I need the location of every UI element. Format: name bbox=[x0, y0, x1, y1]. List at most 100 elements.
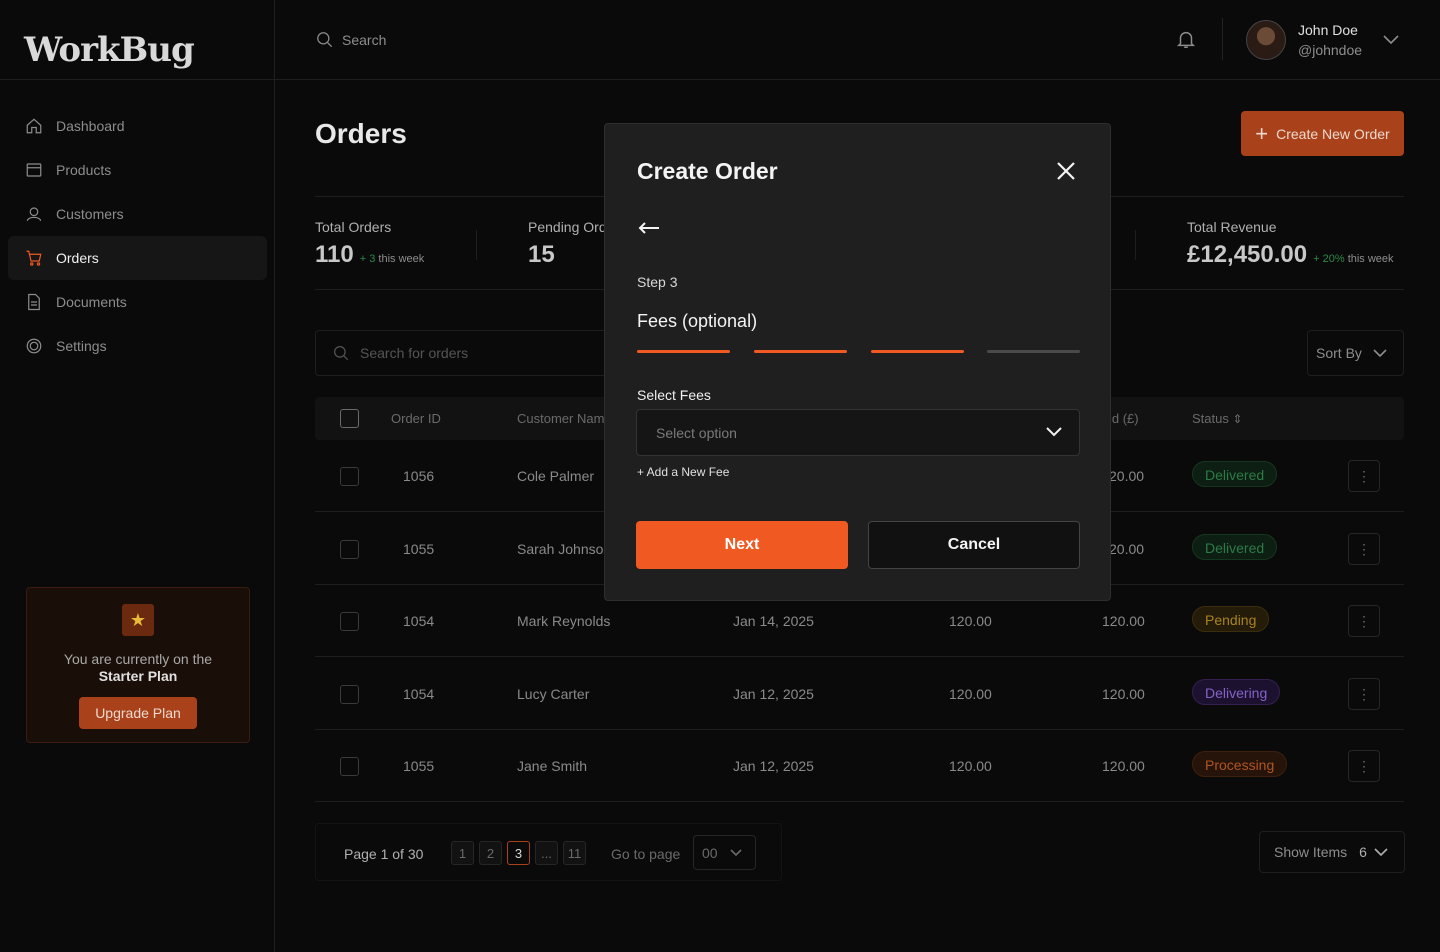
stat-label: Total Revenue bbox=[1187, 219, 1277, 235]
row-checkbox[interactable] bbox=[340, 540, 359, 559]
page-info: Page 1 of 30 bbox=[344, 846, 424, 862]
avatar[interactable] bbox=[1246, 20, 1286, 60]
stat-value: 15 bbox=[528, 241, 555, 268]
order-amount: 120.00 bbox=[949, 758, 992, 774]
sidebar-item-label: Orders bbox=[56, 250, 99, 266]
table-row[interactable]: 1054 Lucy Carter Jan 12, 2025 120.00 120… bbox=[315, 658, 1404, 730]
column-status[interactable]: Status ⇕ bbox=[1192, 411, 1243, 426]
plan-text: You are currently on the bbox=[63, 651, 213, 667]
page-ellipsis: ... bbox=[535, 841, 558, 865]
sort-label: Sort By bbox=[1316, 345, 1362, 361]
modal-title: Create Order bbox=[637, 158, 778, 184]
stat-total-orders: Total Orders 110 + 3 this week bbox=[315, 219, 424, 269]
chevron-down-icon bbox=[1046, 427, 1062, 437]
back-arrow-icon[interactable] bbox=[637, 220, 661, 236]
show-items-select[interactable]: Show Items 6 bbox=[1259, 831, 1405, 873]
search-placeholder: Search bbox=[342, 31, 387, 48]
column-customer[interactable]: Customer Name bbox=[517, 411, 612, 426]
status-badge: Delivered bbox=[1192, 534, 1278, 560]
goto-page-select[interactable]: 00 bbox=[693, 835, 756, 870]
status-badge: Pending bbox=[1192, 606, 1270, 632]
stat-divider bbox=[1135, 230, 1136, 260]
row-checkbox[interactable] bbox=[340, 612, 359, 631]
next-button[interactable]: Next bbox=[636, 521, 848, 569]
sidebar-item-documents[interactable]: Documents bbox=[8, 280, 267, 324]
page-button-2[interactable]: 2 bbox=[479, 841, 502, 865]
row-checkbox[interactable] bbox=[340, 685, 359, 704]
row-checkbox[interactable] bbox=[340, 757, 359, 776]
stat-pending-orders: Pending Ord 15 bbox=[528, 219, 607, 269]
more-options-icon[interactable]: ⋮ bbox=[1348, 750, 1380, 782]
customer-name: Cole Palmer bbox=[517, 468, 595, 484]
order-amount: 120.00 bbox=[949, 613, 992, 629]
page-button-1[interactable]: 1 bbox=[451, 841, 474, 865]
sort-by-button[interactable]: Sort By bbox=[1307, 330, 1404, 376]
stat-label: Total Orders bbox=[315, 219, 392, 235]
fees-placeholder: Select option bbox=[656, 424, 737, 441]
page-button-11[interactable]: 11 bbox=[563, 841, 586, 865]
progress-segment bbox=[987, 350, 1080, 353]
bell-icon[interactable] bbox=[1175, 28, 1197, 52]
more-options-icon[interactable]: ⋮ bbox=[1348, 678, 1380, 710]
chevron-down-icon bbox=[1373, 349, 1387, 358]
sort-icon: ⇕ bbox=[1232, 412, 1243, 426]
settings-icon bbox=[24, 336, 44, 356]
step-label: Step 3 bbox=[637, 274, 678, 290]
stat-value: £12,450.00 bbox=[1187, 241, 1308, 268]
orders-search-input[interactable]: Search for orders bbox=[315, 330, 615, 376]
goto-page-label: Go to page bbox=[611, 846, 681, 862]
stat-label: Pending Ord bbox=[528, 219, 607, 235]
show-items-label: Show Items bbox=[1274, 844, 1348, 860]
user-name: John Doe bbox=[1298, 22, 1358, 38]
order-date: Jan 14, 2025 bbox=[733, 613, 814, 629]
amount-paid: 120.00 bbox=[1102, 613, 1145, 629]
status-badge: Processing bbox=[1192, 751, 1288, 777]
order-date: Jan 12, 2025 bbox=[733, 686, 814, 702]
customer-name: Jane Smith bbox=[517, 758, 588, 774]
cart-icon bbox=[24, 248, 44, 268]
create-button-label: Create New Order bbox=[1276, 125, 1390, 142]
column-paid[interactable]: id (£) bbox=[1109, 411, 1139, 426]
top-header: Search John Doe @johndoe bbox=[275, 0, 1440, 80]
upgrade-plan-button[interactable]: Upgrade Plan bbox=[79, 697, 197, 729]
table-row[interactable]: 1055 Jane Smith Jan 12, 2025 120.00 120.… bbox=[315, 730, 1404, 802]
order-id: 1054 bbox=[403, 686, 435, 702]
fees-select[interactable]: Select option bbox=[636, 409, 1080, 456]
sidebar-item-dashboard[interactable]: Dashboard bbox=[8, 104, 267, 148]
plus-icon: + bbox=[1255, 120, 1269, 146]
order-id: 1055 bbox=[403, 541, 435, 557]
create-new-order-button[interactable]: + Create New Order bbox=[1241, 111, 1404, 156]
sidebar-item-settings[interactable]: Settings bbox=[8, 324, 267, 368]
order-id: 1054 bbox=[403, 613, 435, 629]
more-options-icon[interactable]: ⋮ bbox=[1348, 605, 1380, 637]
stat-total-revenue: Total Revenue £12,450.00 + 20% this week bbox=[1187, 219, 1394, 269]
more-options-icon[interactable]: ⋮ bbox=[1348, 533, 1380, 565]
search-icon bbox=[317, 32, 333, 48]
chevron-down-icon[interactable] bbox=[1382, 32, 1400, 51]
sidebar-item-label: Documents bbox=[56, 294, 127, 310]
orders-search-placeholder: Search for orders bbox=[360, 345, 469, 361]
add-new-fee-link[interactable]: + Add a New Fee bbox=[637, 465, 729, 479]
plan-card: ★ You are currently on the Starter Plan … bbox=[26, 587, 250, 743]
global-search[interactable]: Search bbox=[315, 30, 386, 49]
chevron-down-icon bbox=[1374, 848, 1388, 857]
sidebar-item-orders[interactable]: Orders bbox=[8, 236, 267, 280]
home-icon bbox=[24, 116, 44, 136]
row-checkbox[interactable] bbox=[340, 467, 359, 486]
sidebar-item-label: Dashboard bbox=[56, 118, 125, 134]
sidebar-item-products[interactable]: Products bbox=[8, 148, 267, 192]
sidebar-nav: Dashboard Products Customers Orders Docu… bbox=[8, 104, 267, 368]
cancel-button[interactable]: Cancel bbox=[868, 521, 1080, 569]
user-handle: @johndoe bbox=[1298, 42, 1363, 58]
plan-name: Starter Plan bbox=[98, 668, 178, 684]
step-title: Fees (optional) bbox=[637, 311, 758, 331]
pagination: Page 1 of 30 1 2 3 ... 11 Go to page 00 bbox=[315, 823, 782, 881]
close-icon[interactable] bbox=[1053, 158, 1079, 184]
select-all-checkbox[interactable] bbox=[340, 409, 359, 428]
page-button-3[interactable]: 3 bbox=[507, 841, 530, 865]
more-options-icon[interactable]: ⋮ bbox=[1348, 460, 1380, 492]
column-order-id[interactable]: Order ID bbox=[391, 411, 441, 426]
chevron-down-icon bbox=[730, 848, 742, 856]
page-title: Orders bbox=[315, 118, 407, 149]
sidebar-item-customers[interactable]: Customers bbox=[8, 192, 267, 236]
